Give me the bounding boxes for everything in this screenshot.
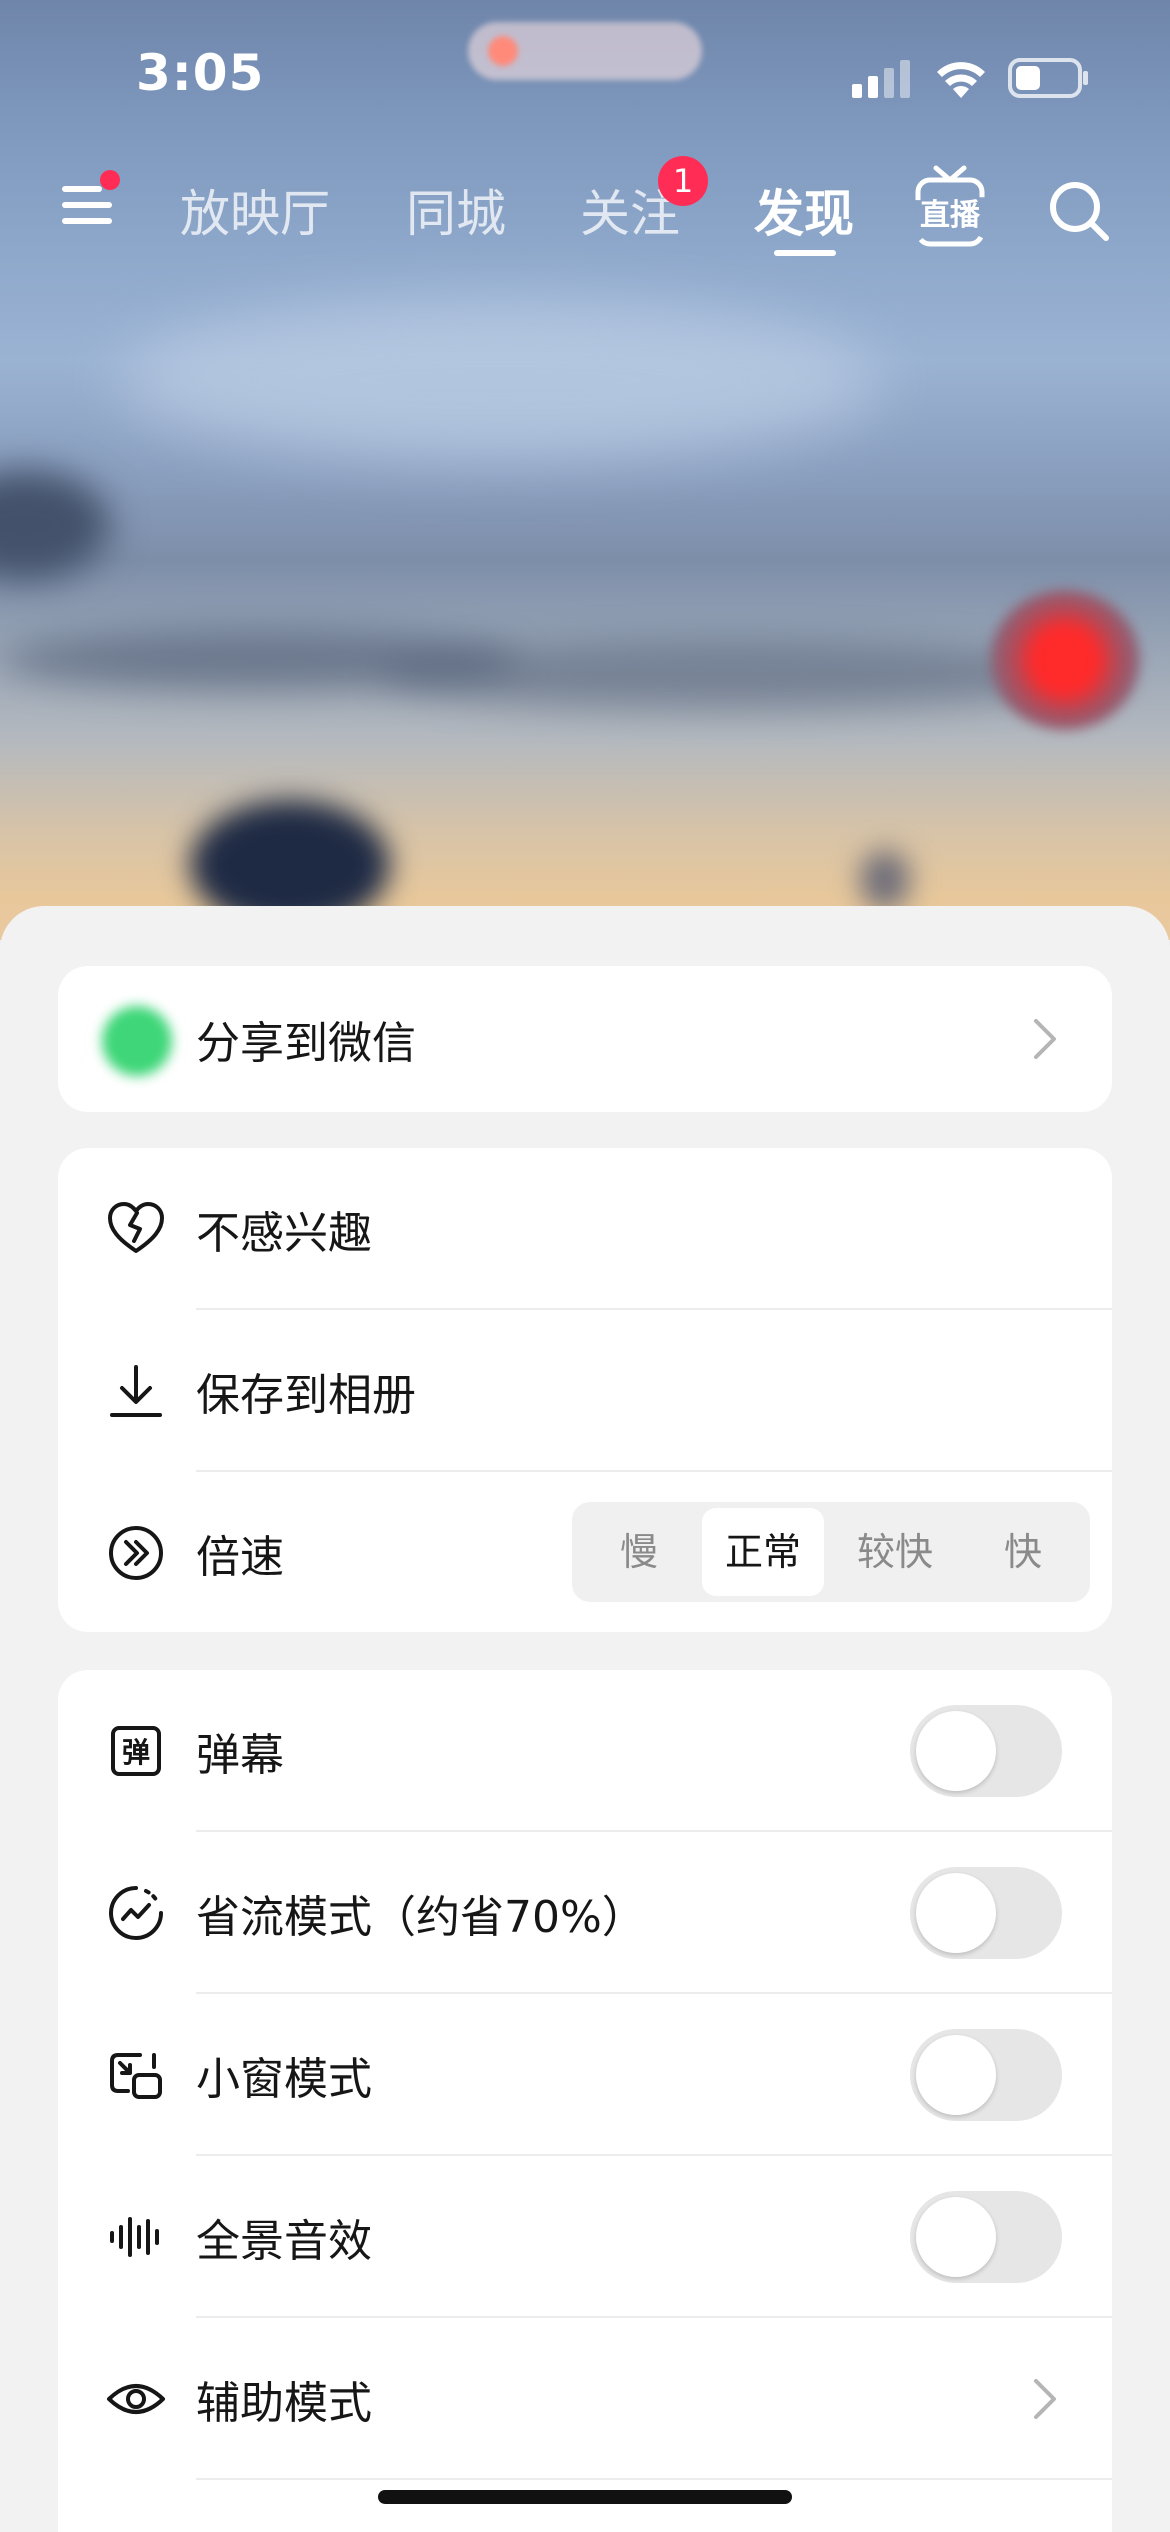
speed-option-slow[interactable]: 慢 [578, 1508, 700, 1596]
data-saver-toggle[interactable] [910, 1867, 1062, 1959]
playback-speed-row: 倍速 慢 正常 较快 快 [58, 1472, 1112, 1634]
audio-wave-icon [110, 2217, 159, 2257]
following-badge: 1 [658, 156, 708, 206]
dynamic-island-activity[interactable] [468, 22, 702, 80]
fast-forward-icon [109, 1526, 163, 1580]
picture-in-picture-icon [110, 2053, 162, 2099]
speed-segmented-control: 慢 正常 较快 快 [572, 1502, 1090, 1602]
mini-window-row: 小窗模式 [58, 1994, 1112, 2156]
speed-option-normal[interactable]: 正常 [702, 1508, 824, 1596]
broken-heart-icon [108, 1202, 164, 1253]
data-saver-row: 省流模式（约省70%） [58, 1832, 1112, 1994]
download-icon [110, 1365, 162, 1417]
menu-notification-dot [100, 170, 120, 190]
tab-discover[interactable]: 发现 [754, 174, 854, 246]
share-card[interactable]: 分享到微信 [58, 966, 1112, 1112]
wifi-icon [937, 62, 985, 98]
search-icon[interactable] [1046, 178, 1112, 244]
status-time: 3:05 [136, 44, 265, 102]
chevron-right-icon [1034, 2379, 1056, 2419]
home-indicator[interactable] [378, 2490, 792, 2504]
chevron-right-icon [1034, 1019, 1056, 1059]
save-to-album-row[interactable]: 保存到相册 [58, 1310, 1112, 1472]
top-nav: 放映厅 同城 关注 1 发现 直播 [0, 150, 1170, 270]
danmaku-toggle[interactable] [910, 1705, 1062, 1797]
signal-icon [852, 60, 910, 98]
playback-speed-label: 倍速 [196, 1532, 284, 1583]
active-tab-underline [774, 250, 836, 256]
panoramic-audio-toggle[interactable] [910, 2191, 1062, 2283]
danmaku-icon: 弹 [111, 1726, 161, 1776]
accessibility-mode-label: 辅助模式 [196, 2378, 372, 2429]
not-interested-row[interactable]: 不感兴趣 [58, 1148, 1112, 1310]
settings-card: 弹 弹幕 省流模式（约省70%） 小窗模式 全景音效 辅助模式 [58, 1670, 1112, 2532]
not-interested-label: 不感兴趣 [196, 1208, 372, 1259]
eye-icon [107, 2384, 165, 2414]
actions-card: 不感兴趣 保存到相册 倍速 慢 正常 较快 快 [58, 1148, 1112, 1632]
share-to-wechat-label: 分享到微信 [196, 1018, 416, 1069]
mini-window-toggle[interactable] [910, 2029, 1062, 2121]
panoramic-audio-row: 全景音效 [58, 2156, 1112, 2318]
tab-theater[interactable]: 放映厅 [180, 174, 330, 246]
data-saver-label: 省流模式（约省70%） [196, 1892, 646, 1943]
more-options-sheet: 分享到微信 不感兴趣 保存到相册 倍速 慢 正常 较快 快 弹 弹幕 省流模式（… [0, 906, 1170, 2532]
save-to-album-label: 保存到相册 [196, 1370, 416, 1421]
danmaku-label: 弹幕 [196, 1730, 284, 1781]
battery-icon [1008, 58, 1088, 98]
data-saver-icon [109, 1886, 163, 1940]
live-label[interactable]: 直播 [918, 190, 982, 234]
mini-window-label: 小窗模式 [196, 2054, 372, 2105]
tab-nearby[interactable]: 同城 [406, 174, 506, 246]
wechat-icon [102, 1006, 172, 1076]
floating-avatar[interactable] [990, 590, 1140, 730]
divider [196, 2478, 1112, 2480]
status-bar: 3:05 [0, 0, 1170, 150]
speed-option-fast[interactable]: 快 [962, 1508, 1084, 1596]
danmaku-row: 弹 弹幕 [58, 1670, 1112, 1832]
accessibility-mode-row[interactable]: 辅助模式 [58, 2318, 1112, 2480]
svg-text:弹: 弹 [122, 1736, 150, 1769]
panoramic-audio-label: 全景音效 [196, 2216, 372, 2267]
speed-option-faster[interactable]: 较快 [834, 1508, 956, 1596]
